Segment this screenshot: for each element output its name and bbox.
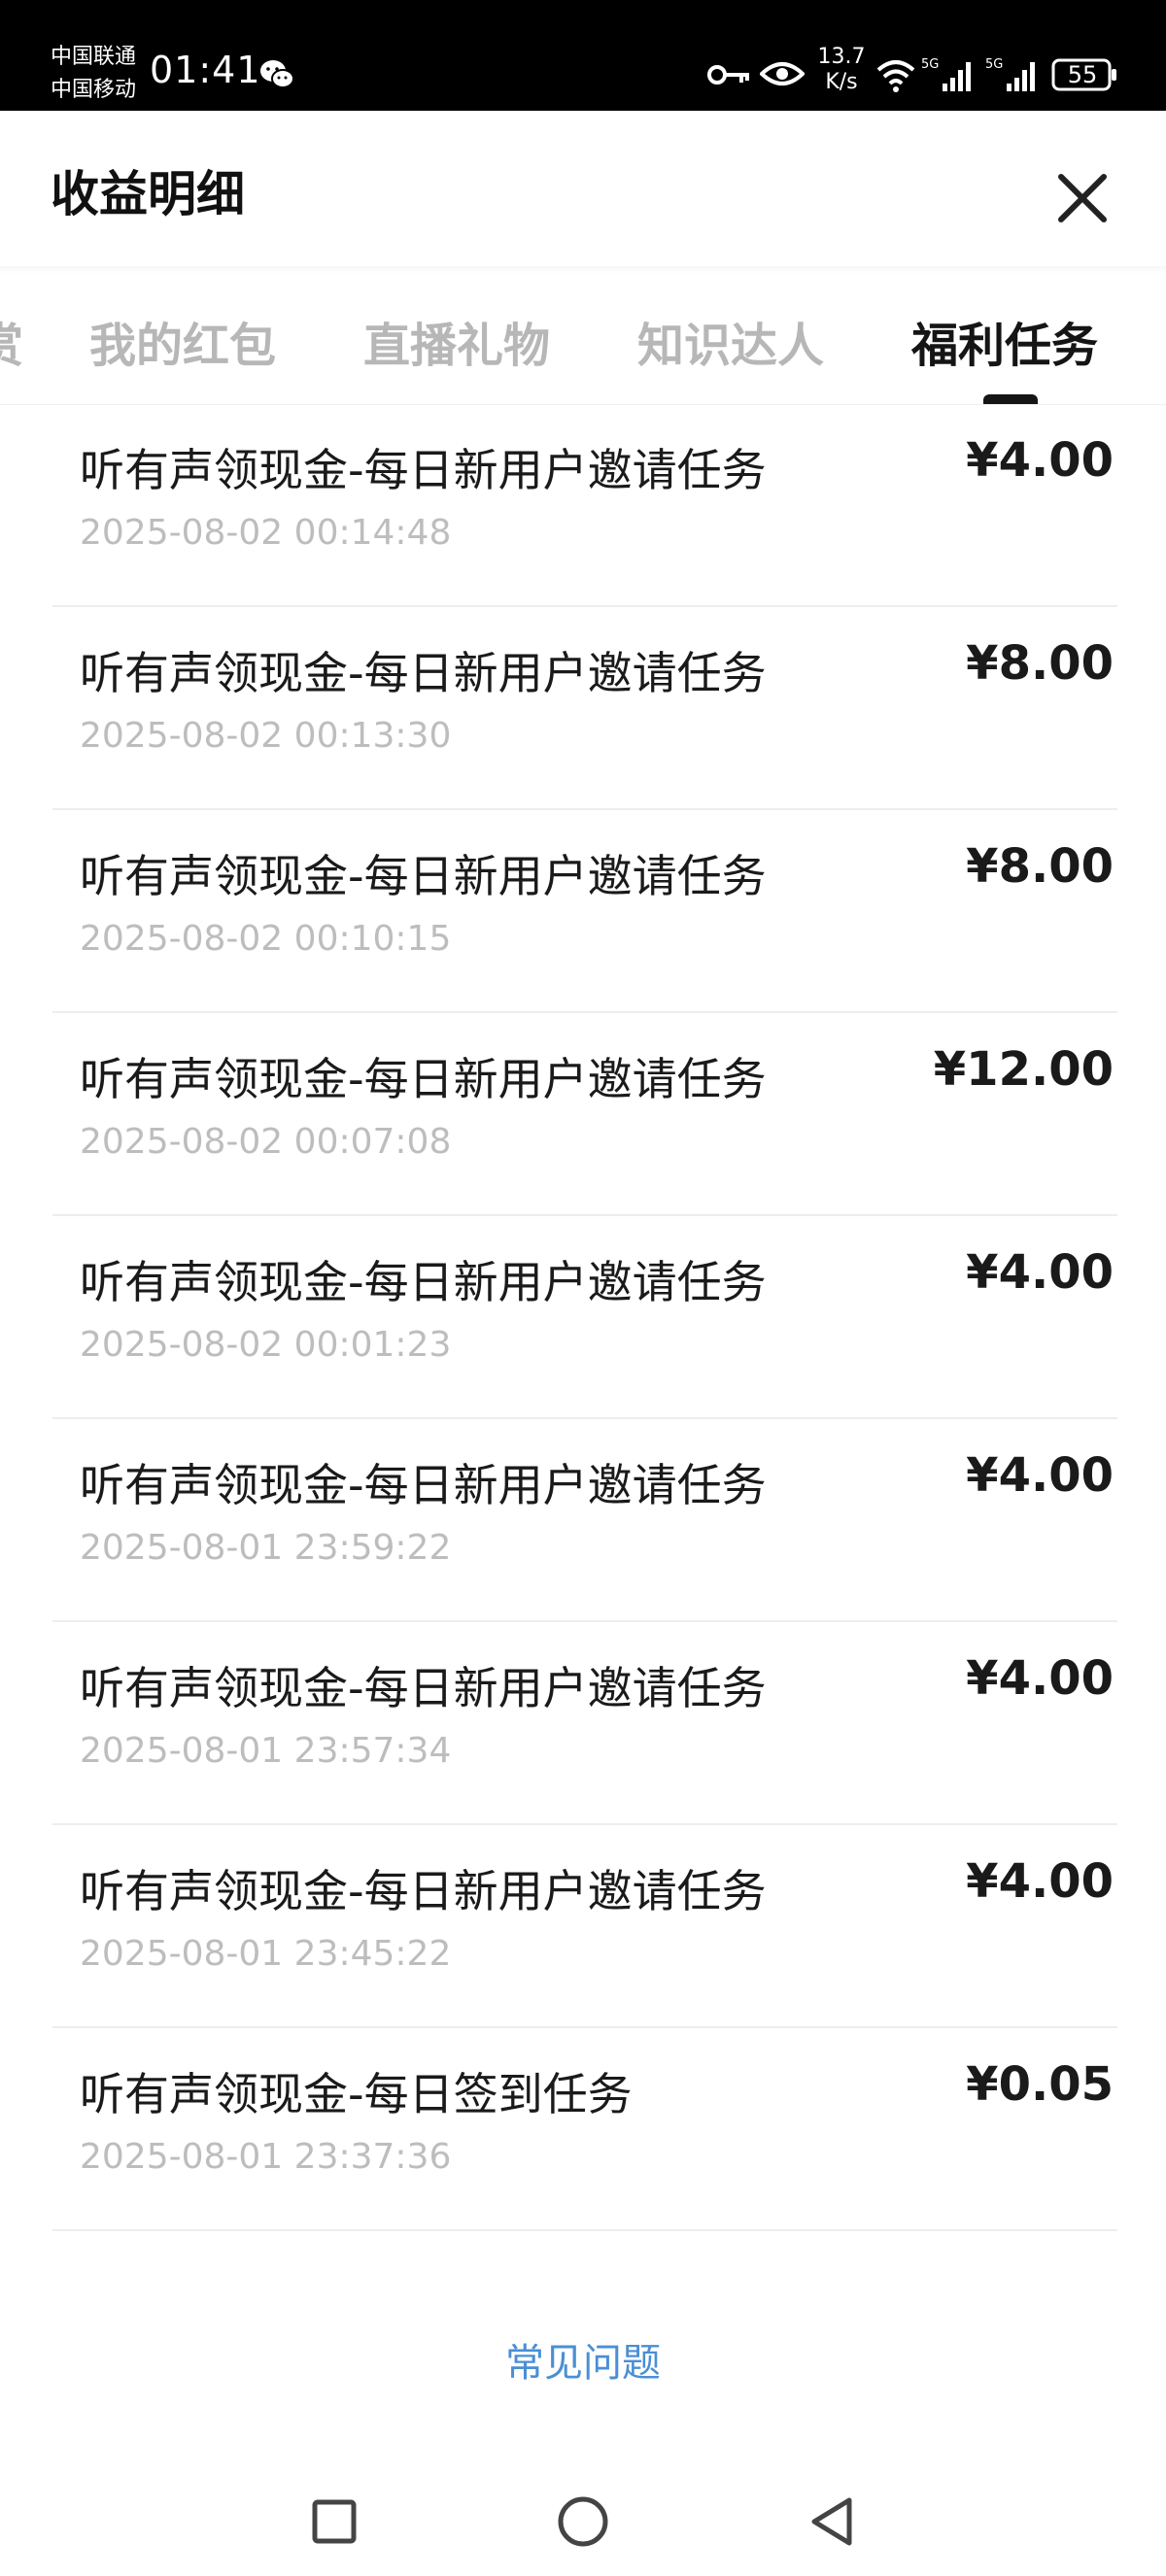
signal-1-label: 5G	[921, 57, 939, 72]
list-item[interactable]: 听有声领现金-每日签到任务 2025-08-01 23:37:36 ¥0.05	[52, 2028, 1117, 2231]
record-time: 2025-08-01 23:59:22	[80, 1528, 452, 1568]
network-speed-value: 13.7	[817, 45, 866, 69]
record-title: 听有声领现金-每日新用户邀请任务	[80, 1256, 767, 1308]
record-amount: ¥4.00	[966, 1854, 1114, 1909]
wifi-icon	[876, 60, 915, 92]
battery-level: 55	[1067, 61, 1098, 88]
record-time: 2025-08-02 00:14:48	[80, 513, 452, 553]
tab-partial[interactable]: 赏	[0, 307, 23, 375]
record-amount: ¥0.05	[966, 2057, 1114, 2112]
list-item[interactable]: 听有声领现金-每日新用户邀请任务 2025-08-02 00:07:08 ¥12…	[52, 1013, 1117, 1216]
record-title: 听有声领现金-每日新用户邀请任务	[80, 647, 767, 699]
system-nav-bar	[0, 2467, 1166, 2576]
cellular-signal-1-icon: 5G	[921, 57, 971, 91]
list-item[interactable]: 听有声领现金-每日新用户邀请任务 2025-08-01 23:57:34 ¥4.…	[52, 1622, 1117, 1825]
record-title: 听有声领现金-每日新用户邀请任务	[80, 1865, 767, 1917]
page-header: 收益明细	[0, 111, 1166, 266]
back-button[interactable]	[793, 2483, 871, 2560]
record-title: 听有声领现金-每日新用户邀请任务	[80, 444, 767, 496]
record-amount: ¥8.00	[966, 839, 1114, 894]
list-item[interactable]: 听有声领现金-每日新用户邀请任务 2025-08-01 23:45:22 ¥4.…	[52, 1825, 1117, 2028]
list-item[interactable]: 听有声领现金-每日新用户邀请任务 2025-08-02 00:14:48 ¥4.…	[52, 404, 1117, 607]
record-title: 听有声领现金-每日签到任务	[80, 2068, 633, 2120]
recent-apps-button[interactable]	[295, 2483, 373, 2560]
earnings-list: 听有声领现金-每日新用户邀请任务 2025-08-02 00:14:48 ¥4.…	[52, 404, 1117, 2231]
list-item[interactable]: 听有声领现金-每日新用户邀请任务 2025-08-02 00:01:23 ¥4.…	[52, 1216, 1117, 1419]
record-time: 2025-08-02 00:07:08	[80, 1122, 452, 1162]
wechat-icon	[260, 60, 294, 88]
record-amount: ¥4.00	[966, 1245, 1114, 1300]
record-time: 2025-08-02 00:13:30	[80, 716, 452, 756]
record-amount: ¥4.00	[966, 1651, 1114, 1706]
record-amount: ¥4.00	[966, 1448, 1114, 1503]
status-time: 01:41	[150, 49, 261, 91]
carrier-1: 中国联通	[51, 45, 137, 69]
carrier-names: 中国联通 中国移动	[51, 41, 136, 107]
record-time: 2025-08-02 00:01:23	[80, 1325, 452, 1365]
circle-icon	[558, 2496, 608, 2547]
record-time: 2025-08-01 23:57:34	[80, 1731, 452, 1771]
record-amount: ¥12.00	[933, 1042, 1114, 1097]
network-speed-unit: K/s	[825, 70, 858, 94]
record-title: 听有声领现金-每日新用户邀请任务	[80, 1053, 767, 1105]
tab-live-gifts[interactable]: 直播礼物	[363, 307, 550, 375]
list-item[interactable]: 听有声领现金-每日新用户邀请任务 2025-08-02 00:13:30 ¥8.…	[52, 607, 1117, 810]
list-item[interactable]: 听有声领现金-每日新用户邀请任务 2025-08-02 00:10:15 ¥8.…	[52, 810, 1117, 1013]
close-button[interactable]	[1044, 159, 1121, 237]
record-amount: ¥4.00	[966, 433, 1114, 488]
tab-my-red-packets[interactable]: 我的红包	[89, 307, 276, 375]
page-title: 收益明细	[51, 166, 245, 222]
record-title: 听有声领现金-每日新用户邀请任务	[80, 850, 767, 902]
record-title: 听有声领现金-每日新用户邀请任务	[80, 1662, 767, 1714]
home-button[interactable]	[544, 2483, 622, 2560]
close-icon	[1058, 174, 1107, 222]
record-title: 听有声领现金-每日新用户邀请任务	[80, 1459, 767, 1511]
triangle-back-icon	[811, 2497, 852, 2546]
category-tabs: 赏 我的红包 直播礼物 知识达人 福利任务	[0, 266, 1166, 405]
tab-welfare-tasks[interactable]: 福利任务	[911, 307, 1098, 375]
faq-link[interactable]: 常见问题	[0, 2331, 1166, 2388]
record-amount: ¥8.00	[966, 636, 1114, 691]
carrier-2: 中国移动	[51, 78, 137, 102]
vpn-key-icon	[707, 65, 749, 85]
tab-knowledge-expert[interactable]: 知识达人	[637, 307, 824, 375]
network-speed: 13.7 K/s	[814, 45, 869, 95]
signal-2-label: 5G	[985, 57, 1003, 72]
record-time: 2025-08-01 23:37:36	[80, 2137, 452, 2177]
record-time: 2025-08-02 00:10:15	[80, 919, 452, 959]
record-time: 2025-08-01 23:45:22	[80, 1934, 452, 1974]
cellular-signal-2-icon: 5G	[985, 57, 1035, 91]
list-item[interactable]: 听有声领现金-每日新用户邀请任务 2025-08-01 23:59:22 ¥4.…	[52, 1419, 1117, 1622]
eye-icon	[760, 62, 805, 85]
square-icon	[312, 2499, 357, 2544]
status-bar: 中国联通 中国移动 01:41 13.7 K/s 5G 5G 55	[0, 0, 1166, 111]
